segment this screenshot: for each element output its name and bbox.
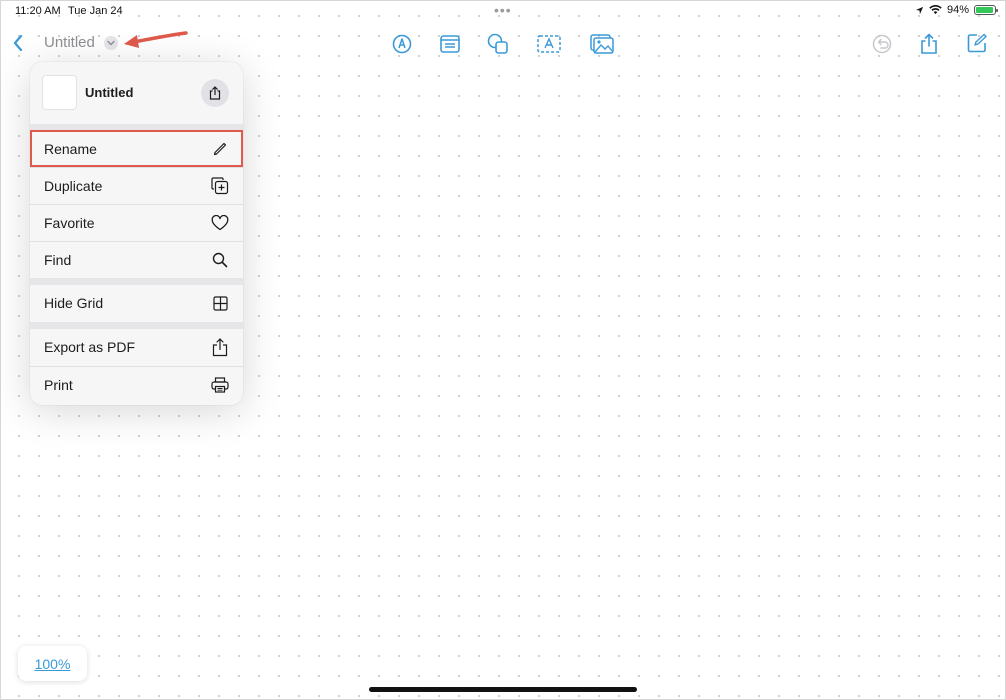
new-board-button[interactable] (965, 31, 989, 55)
battery-percent: 94% (946, 4, 969, 16)
board-title[interactable]: Untitled (44, 34, 95, 51)
menu-item-label: Hide Grid (44, 295, 104, 311)
menu-item-favorite[interactable]: Favorite (30, 204, 243, 241)
home-indicator[interactable] (369, 687, 637, 692)
undo-button[interactable] (870, 32, 894, 56)
shapes-button[interactable] (486, 32, 510, 56)
menu-item-label: Duplicate (44, 178, 103, 194)
note-button[interactable] (438, 32, 462, 56)
status-right: 94% (915, 4, 998, 16)
pencil-icon (211, 140, 229, 158)
pen-tool-icon (392, 34, 412, 54)
menu-item-label: Export as PDF (44, 339, 136, 355)
chevron-left-icon (13, 35, 23, 51)
magnifier-icon (211, 251, 229, 269)
multitask-dots[interactable]: ••• (494, 2, 512, 18)
menu-item-rename[interactable]: Rename (30, 130, 243, 167)
media-button[interactable] (589, 32, 615, 56)
status-bar: 11:20 AM Tue Jan 24 ••• 94% (0, 0, 1006, 22)
title-menu-button[interactable] (104, 36, 118, 50)
share-icon (209, 86, 221, 100)
menu-board-title: Untitled (85, 85, 134, 100)
menu-item-label: Find (44, 252, 72, 268)
printer-icon (211, 376, 229, 394)
menu-separator (30, 322, 243, 329)
wifi-icon (929, 5, 942, 15)
zoom-label: 100% (34, 655, 71, 672)
export-icon (211, 337, 229, 356)
menu-item-label: Favorite (44, 215, 95, 231)
pen-tool-button[interactable] (390, 32, 414, 56)
chevron-down-icon (107, 40, 115, 46)
menu-item-label: Print (44, 377, 73, 393)
annotation-arrow (124, 31, 188, 48)
heart-icon (211, 214, 229, 232)
new-board-icon (967, 33, 987, 53)
menu-header: Untitled (30, 62, 243, 124)
share-icon (921, 33, 937, 54)
grid-icon (211, 294, 229, 312)
media-icon (590, 34, 614, 54)
duplicate-icon (211, 177, 229, 195)
status-date: Tue Jan 24 (68, 5, 123, 17)
shapes-icon (487, 33, 508, 54)
menu-separator (30, 278, 243, 285)
battery-icon (974, 5, 998, 15)
menu-item-print[interactable]: Print (30, 366, 243, 403)
menu-item-label: Rename (44, 141, 97, 157)
undo-icon (872, 34, 892, 54)
text-box-icon (537, 35, 561, 53)
note-icon (440, 35, 460, 53)
status-time: 11:20 AM (15, 5, 61, 17)
menu-item-find[interactable]: Find (30, 241, 243, 278)
share-button[interactable] (918, 31, 940, 57)
board-options-menu: Untitled Rename Duplicate Favorite Find … (30, 62, 243, 405)
zoom-level-button[interactable]: 100% (18, 646, 87, 681)
menu-share-button[interactable] (201, 79, 229, 107)
text-box-button[interactable] (537, 32, 561, 56)
battery-fill (976, 7, 993, 13)
location-icon (915, 6, 924, 14)
menu-item-duplicate[interactable]: Duplicate (30, 167, 243, 204)
board-thumbnail (42, 75, 77, 110)
back-button[interactable] (10, 33, 26, 53)
menu-item-export-pdf[interactable]: Export as PDF (30, 329, 243, 366)
menu-item-hide-grid[interactable]: Hide Grid (30, 285, 243, 322)
